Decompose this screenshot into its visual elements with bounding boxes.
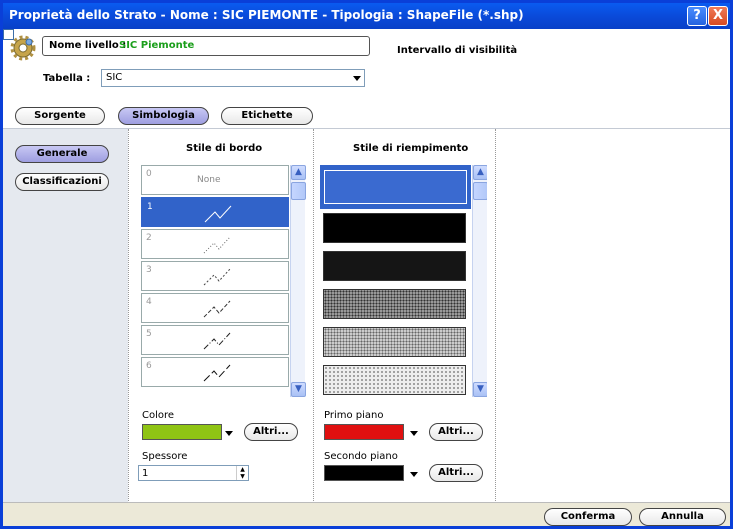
line-sample-icon: [203, 268, 231, 286]
chevron-down-icon: [225, 431, 233, 436]
fill-style-item[interactable]: [323, 327, 466, 357]
border-style-item[interactable]: 4: [141, 293, 289, 323]
layer-name-label: Nome livello :: [49, 40, 127, 51]
symbology-content: Stile di bordo 0 None 1 2 3 4 5 6 ▲ ▼ Co…: [128, 128, 730, 503]
line-sample-icon: [203, 364, 231, 382]
scroll-up-icon[interactable]: ▲: [291, 165, 306, 180]
stepper-arrows-icon[interactable]: ▲ ▼: [236, 466, 248, 480]
line-sample-icon: [203, 236, 231, 254]
line-sample-icon: [203, 300, 231, 318]
footer-bar: Conferma Annulla: [3, 502, 730, 526]
tab-etichette[interactable]: Etichette: [221, 107, 313, 125]
gear-icon: [10, 35, 36, 61]
layer-name-field[interactable]: Nome livello : SIC Piemonte: [42, 36, 370, 56]
table-select[interactable]: SIC: [101, 69, 365, 87]
background-dropdown[interactable]: [408, 465, 420, 481]
border-style-title: Stile di bordo: [186, 143, 263, 154]
scroll-down-icon[interactable]: ▼: [291, 382, 306, 397]
scroll-down-icon[interactable]: ▼: [473, 382, 487, 397]
item-number: 2: [146, 233, 152, 243]
line-sample-icon: [203, 332, 231, 350]
tab-simbologia[interactable]: Simbologia: [118, 107, 209, 125]
item-number: 5: [146, 329, 152, 339]
item-number: 1: [147, 202, 153, 212]
border-color-swatch[interactable]: [142, 424, 222, 440]
fill-style-item[interactable]: [323, 365, 466, 395]
table-select-value: SIC: [106, 72, 123, 83]
divider: [128, 129, 129, 503]
left-nav: Generale Classificazioni: [3, 128, 128, 502]
foreground-dropdown[interactable]: [408, 424, 420, 440]
cancel-button[interactable]: Annulla: [639, 508, 726, 526]
table-label: Tabella :: [43, 73, 91, 84]
chevron-down-icon: [410, 472, 418, 477]
divider: [313, 129, 314, 503]
border-style-item[interactable]: 0 None: [141, 165, 289, 195]
nav-generale[interactable]: Generale: [15, 145, 109, 163]
nav-classificazioni[interactable]: Classificazioni: [15, 173, 109, 191]
background-color-swatch[interactable]: [324, 465, 404, 481]
item-number: 6: [146, 361, 152, 371]
layer-properties-window: Proprietà dello Strato - Nome : SIC PIEM…: [0, 0, 733, 529]
thickness-value: 1: [142, 468, 149, 479]
confirm-button[interactable]: Conferma: [544, 508, 632, 526]
border-style-item[interactable]: 6: [141, 357, 289, 387]
item-number: 4: [146, 297, 152, 307]
chevron-down-icon: [353, 76, 361, 81]
border-style-list[interactable]: 0 None 1 2 3 4 5 6 ▲ ▼: [140, 165, 306, 397]
line-sample-icon: [204, 205, 232, 223]
border-style-item[interactable]: 5: [141, 325, 289, 355]
border-style-item[interactable]: 2: [141, 229, 289, 259]
fill-list-scrollbar[interactable]: ▲ ▼: [472, 165, 487, 397]
chevron-down-icon: [410, 431, 418, 436]
fill-style-title: Stile di riempimento: [353, 143, 469, 154]
item-label: None: [197, 175, 221, 185]
close-button[interactable]: X: [708, 6, 728, 26]
visibility-label: Intervallo di visibilità: [397, 45, 518, 56]
border-color-dropdown[interactable]: [223, 424, 235, 440]
fill-style-item[interactable]: [323, 289, 466, 319]
fill-style-item[interactable]: [323, 251, 466, 281]
border-style-item[interactable]: 3: [141, 261, 289, 291]
border-list-scrollbar[interactable]: ▲ ▼: [290, 165, 306, 397]
background-label: Secondo piano: [324, 451, 398, 462]
fill-sample-solid-blue: [324, 170, 467, 204]
scroll-thumb[interactable]: [473, 182, 487, 200]
thickness-stepper[interactable]: 1 ▲ ▼: [138, 465, 249, 481]
foreground-label: Primo piano: [324, 410, 384, 421]
foreground-more-button[interactable]: Altri...: [429, 423, 483, 441]
scroll-up-icon[interactable]: ▲: [473, 165, 487, 180]
background-more-button[interactable]: Altri...: [429, 464, 483, 482]
fill-style-item[interactable]: [323, 213, 466, 243]
divider: [495, 129, 496, 503]
window-title: Proprietà dello Strato - Nome : SIC PIEM…: [9, 8, 524, 22]
layer-name-value: SIC Piemonte: [119, 40, 195, 51]
fill-style-list[interactable]: ▲ ▼: [319, 165, 487, 397]
foreground-color-swatch[interactable]: [324, 424, 404, 440]
border-color-label: Colore: [142, 410, 175, 421]
help-button[interactable]: ?: [687, 6, 707, 26]
fill-style-item-selected[interactable]: [320, 165, 471, 209]
tab-sorgente[interactable]: Sorgente: [15, 107, 105, 125]
border-color-more-button[interactable]: Altri...: [244, 423, 298, 441]
item-number: 0: [146, 169, 152, 179]
thickness-label: Spessore: [142, 451, 188, 462]
title-bar[interactable]: Proprietà dello Strato - Nome : SIC PIEM…: [3, 3, 730, 29]
item-number: 3: [146, 265, 152, 275]
border-style-item[interactable]: 1: [141, 197, 289, 227]
header-panel: Nome livello : SIC Piemonte Intervallo d…: [3, 29, 730, 128]
scroll-thumb[interactable]: [291, 182, 306, 200]
